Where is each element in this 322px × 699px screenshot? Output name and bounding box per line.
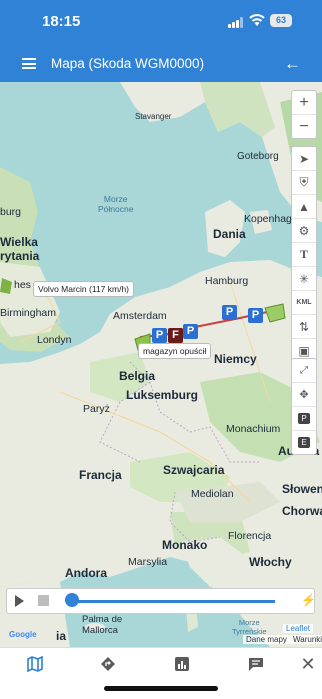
- map-tools: ➤ ⛨ ▲ ⚙ T ✳ KML ⇅ ▣: [291, 146, 317, 363]
- kml-button[interactable]: KML: [292, 291, 316, 315]
- map-view[interactable]: Stavanger Goteborg Morze Północne Dania …: [0, 82, 322, 647]
- fuel-marker[interactable]: F: [168, 328, 183, 343]
- menu-icon[interactable]: [22, 58, 36, 69]
- zoom-controls: + −: [291, 90, 317, 139]
- app-bar: Mapa (Skoda WGM0000) ←: [0, 44, 322, 82]
- google-logo: Google: [9, 630, 37, 639]
- city-florencja: Florencja: [228, 530, 272, 542]
- city-stavanger: Stavanger: [135, 112, 172, 121]
- city-mediolan: Mediolan: [191, 488, 234, 500]
- city-kopenhaga: Kopenhag: [244, 213, 292, 225]
- country-dania: Dania: [213, 227, 246, 241]
- clock: 18:15: [42, 13, 81, 30]
- locate-icon[interactable]: ➤: [292, 147, 316, 171]
- asterisk-icon[interactable]: ✳: [292, 267, 316, 291]
- country-brytania: rytania: [0, 249, 40, 263]
- map-tab-icon[interactable]: [23, 652, 47, 676]
- city-paryz: Paryż: [83, 403, 110, 415]
- bottom-nav: ✕: [0, 647, 322, 699]
- zoom-out-button[interactable]: −: [292, 115, 316, 138]
- country-chorwacja: Chorwa: [282, 504, 322, 518]
- progress-handle[interactable]: [65, 593, 79, 607]
- close-icon[interactable]: ✕: [296, 652, 320, 676]
- city-palma: Palma de Mallorca: [82, 614, 123, 636]
- signal-icon: [228, 17, 244, 28]
- sea-tyrrenian: Morze Tyrreńskie: [232, 618, 267, 636]
- city-hamburg: Hamburg: [205, 275, 249, 287]
- country-monako: Monako: [162, 538, 208, 552]
- text-tool-button[interactable]: T: [292, 243, 316, 267]
- city-burg: burg: [0, 206, 22, 218]
- city-birmingham: Birmingham: [0, 307, 57, 319]
- battery-icon: 63: [270, 14, 292, 27]
- country-ia: ia: [56, 629, 67, 643]
- speed-icon[interactable]: ⚡: [301, 593, 316, 607]
- warehouse-tooltip[interactable]: magazyn opuścił: [138, 343, 212, 359]
- move-icon[interactable]: ✥: [292, 383, 316, 407]
- country-andora: Andora: [65, 566, 107, 580]
- country-wielka: Wielka: [0, 235, 38, 249]
- road-icon[interactable]: ▲: [292, 195, 316, 219]
- route-player: ⚡: [6, 588, 316, 614]
- directions-tab-icon[interactable]: [96, 652, 120, 676]
- parking-marker[interactable]: P: [222, 305, 237, 320]
- back-arrow-icon[interactable]: ←: [284, 54, 301, 74]
- country-slowenia: Słowen: [282, 482, 322, 496]
- parking-marker[interactable]: P: [183, 324, 198, 339]
- status-bar: 18:15 63: [0, 0, 322, 44]
- e-marker-button[interactable]: E: [292, 431, 316, 454]
- city-marsylia: Marsylia: [128, 556, 168, 568]
- expand-icon[interactable]: ⤢: [292, 359, 316, 383]
- progress-track[interactable]: [69, 600, 275, 603]
- zoom-in-button[interactable]: +: [292, 91, 316, 115]
- country-belgia: Belgia: [119, 369, 156, 383]
- stats-tab-icon[interactable]: [170, 652, 194, 676]
- map-data-link[interactable]: Dane mapy: [243, 635, 290, 644]
- city-amsterdam: Amsterdam: [113, 310, 167, 322]
- messages-tab-icon[interactable]: [244, 652, 268, 676]
- settings-icon[interactable]: ⚙: [292, 219, 316, 243]
- stop-icon[interactable]: [38, 595, 49, 606]
- sea-north: Morze Północne: [98, 194, 134, 214]
- parking-marker[interactable]: P: [248, 308, 263, 323]
- vehicle-tooltip[interactable]: Volvo Marcin (117 km/h): [33, 281, 135, 297]
- city-monachium: Monachium: [226, 423, 281, 435]
- country-szwajcaria: Szwajcaria: [163, 463, 225, 477]
- terms-link[interactable]: Warunki: [290, 635, 322, 644]
- e-marker-label: E: [298, 437, 310, 448]
- city-goteborg: Goteborg: [237, 151, 279, 162]
- wifi-icon: [249, 14, 265, 26]
- country-francja: Francja: [79, 468, 122, 482]
- p-marker-button[interactable]: P: [292, 407, 316, 431]
- p-marker-label: P: [298, 413, 310, 424]
- filter-icon[interactable]: ⇅: [292, 315, 316, 339]
- extra-tools: ⤢ ✥ P E: [291, 358, 317, 455]
- city-hes: hes: [14, 279, 31, 291]
- leaflet-link[interactable]: Leaflet: [283, 624, 314, 633]
- country-wlochy: Włochy: [249, 555, 292, 569]
- play-icon[interactable]: [15, 595, 24, 607]
- city-londyn: Londyn: [37, 334, 72, 346]
- parking-marker[interactable]: P: [152, 328, 167, 343]
- page-title: Mapa (Skoda WGM0000): [51, 56, 205, 71]
- country-niemcy: Niemcy: [214, 352, 257, 366]
- country-luksemburg: Luksemburg: [126, 388, 199, 402]
- home-indicator: [104, 686, 218, 691]
- shield-check-icon[interactable]: ⛨: [292, 171, 316, 195]
